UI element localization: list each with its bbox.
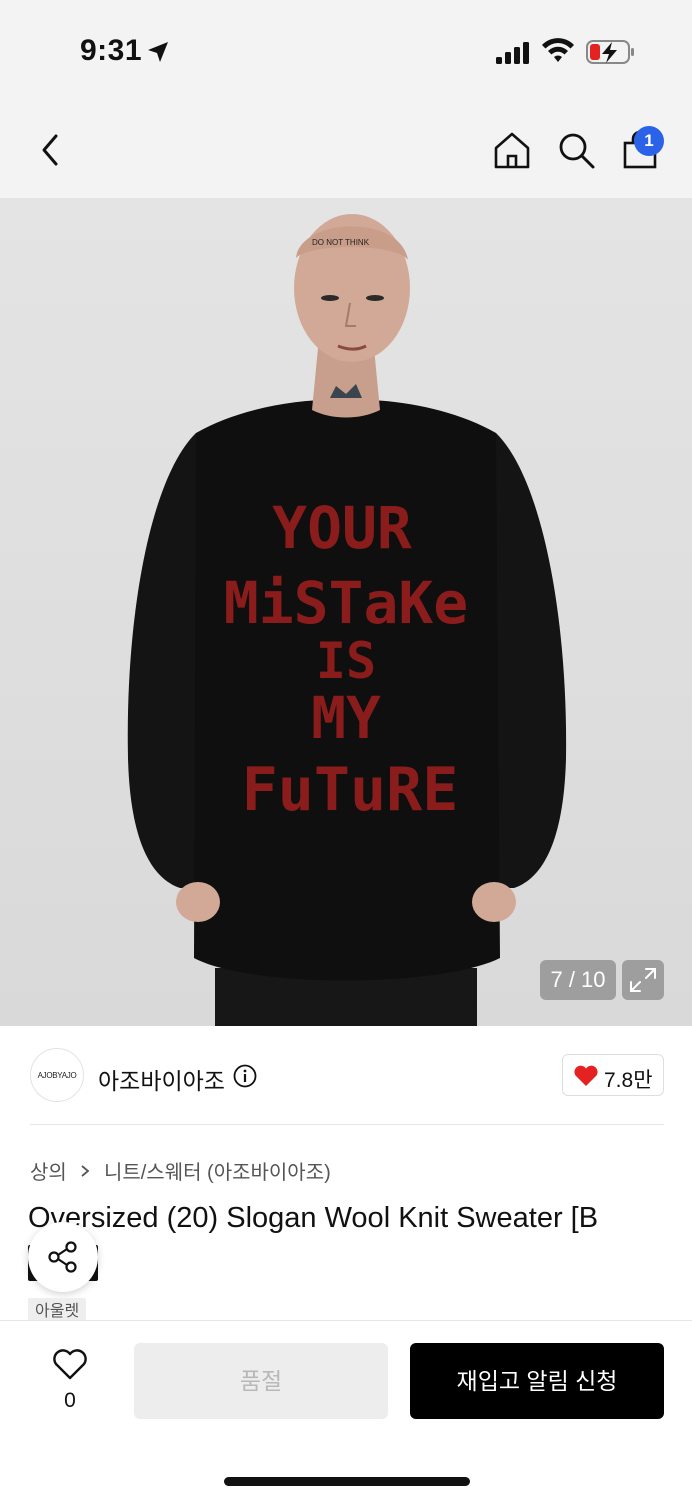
product-title: Oversized (20) Slogan Wool Knit Sweater … bbox=[28, 1202, 599, 1234]
breadcrumb-subcategory[interactable]: 니트/스웨터 (아조바이아조) bbox=[104, 1162, 331, 1184]
status-bar: 9:31 bbox=[0, 0, 692, 100]
wishlist-count: 0 bbox=[64, 1389, 76, 1412]
cellular-signal-icon bbox=[496, 42, 529, 64]
brand-like-count: 7.8만 bbox=[604, 1069, 653, 1092]
expand-image-button[interactable] bbox=[622, 960, 664, 1000]
divider bbox=[30, 1124, 664, 1125]
sweater-slogan-line-3: IS bbox=[316, 632, 376, 690]
expand-icon bbox=[630, 968, 656, 992]
restock-alert-button[interactable]: 재입고 알림 신청 bbox=[410, 1343, 664, 1419]
home-icon[interactable] bbox=[492, 130, 532, 170]
back-arrow-icon[interactable] bbox=[34, 130, 66, 170]
location-arrow-icon bbox=[148, 42, 168, 62]
brand-logo[interactable]: AJOBYAJO bbox=[30, 1048, 84, 1102]
bottom-action-bar: 0 품절 재입고 알림 신청 bbox=[0, 1320, 692, 1500]
cart-count-badge: 1 bbox=[634, 126, 664, 156]
status-time: 9:31 bbox=[80, 34, 143, 67]
breadcrumb-category[interactable]: 상의 bbox=[30, 1162, 67, 1184]
sold-out-button[interactable]: 품절 bbox=[134, 1343, 388, 1419]
share-icon bbox=[48, 1241, 77, 1273]
chevron-right-icon bbox=[81, 1164, 90, 1177]
sweater-slogan-line-5: FuTuRE bbox=[242, 755, 459, 825]
battery-charging-icon bbox=[586, 40, 634, 64]
svg-text:DO NOT THINK: DO NOT THINK bbox=[312, 238, 370, 247]
breadcrumb: 상의 니트/스웨터 (아조바이아조) bbox=[30, 1156, 331, 1185]
top-nav-bar: 1 bbox=[0, 100, 692, 198]
info-icon[interactable] bbox=[233, 1064, 257, 1088]
heart-filled-icon bbox=[574, 1065, 598, 1086]
home-indicator[interactable] bbox=[224, 1477, 470, 1486]
image-counter: 7 / 10 bbox=[540, 960, 616, 1000]
sweater-slogan-line-4: MY bbox=[311, 684, 381, 752]
sweater-slogan-line-1: YOUR bbox=[272, 494, 412, 562]
wifi-icon bbox=[542, 38, 574, 62]
brand-name[interactable]: 아조바이아조 bbox=[98, 1062, 225, 1096]
product-photo-illustration: DO NOT THINK YOUR MiSTaKe IS MY FuTuRE bbox=[127, 214, 567, 1026]
wishlist-button[interactable]: 0 bbox=[36, 1345, 104, 1415]
heart-outline-icon bbox=[53, 1349, 87, 1380]
share-button[interactable] bbox=[28, 1222, 98, 1292]
brand-like-button[interactable]: 7.8만 bbox=[562, 1054, 664, 1096]
sweater-slogan-line-2: MiSTaKe bbox=[224, 569, 468, 637]
search-icon[interactable] bbox=[556, 130, 596, 170]
product-image[interactable]: DO NOT THINK YOUR MiSTaKe IS MY FuTuRE 7… bbox=[0, 198, 692, 1026]
brand-row: AJOBYAJO 아조바이아조 7.8만 bbox=[0, 1026, 692, 1126]
